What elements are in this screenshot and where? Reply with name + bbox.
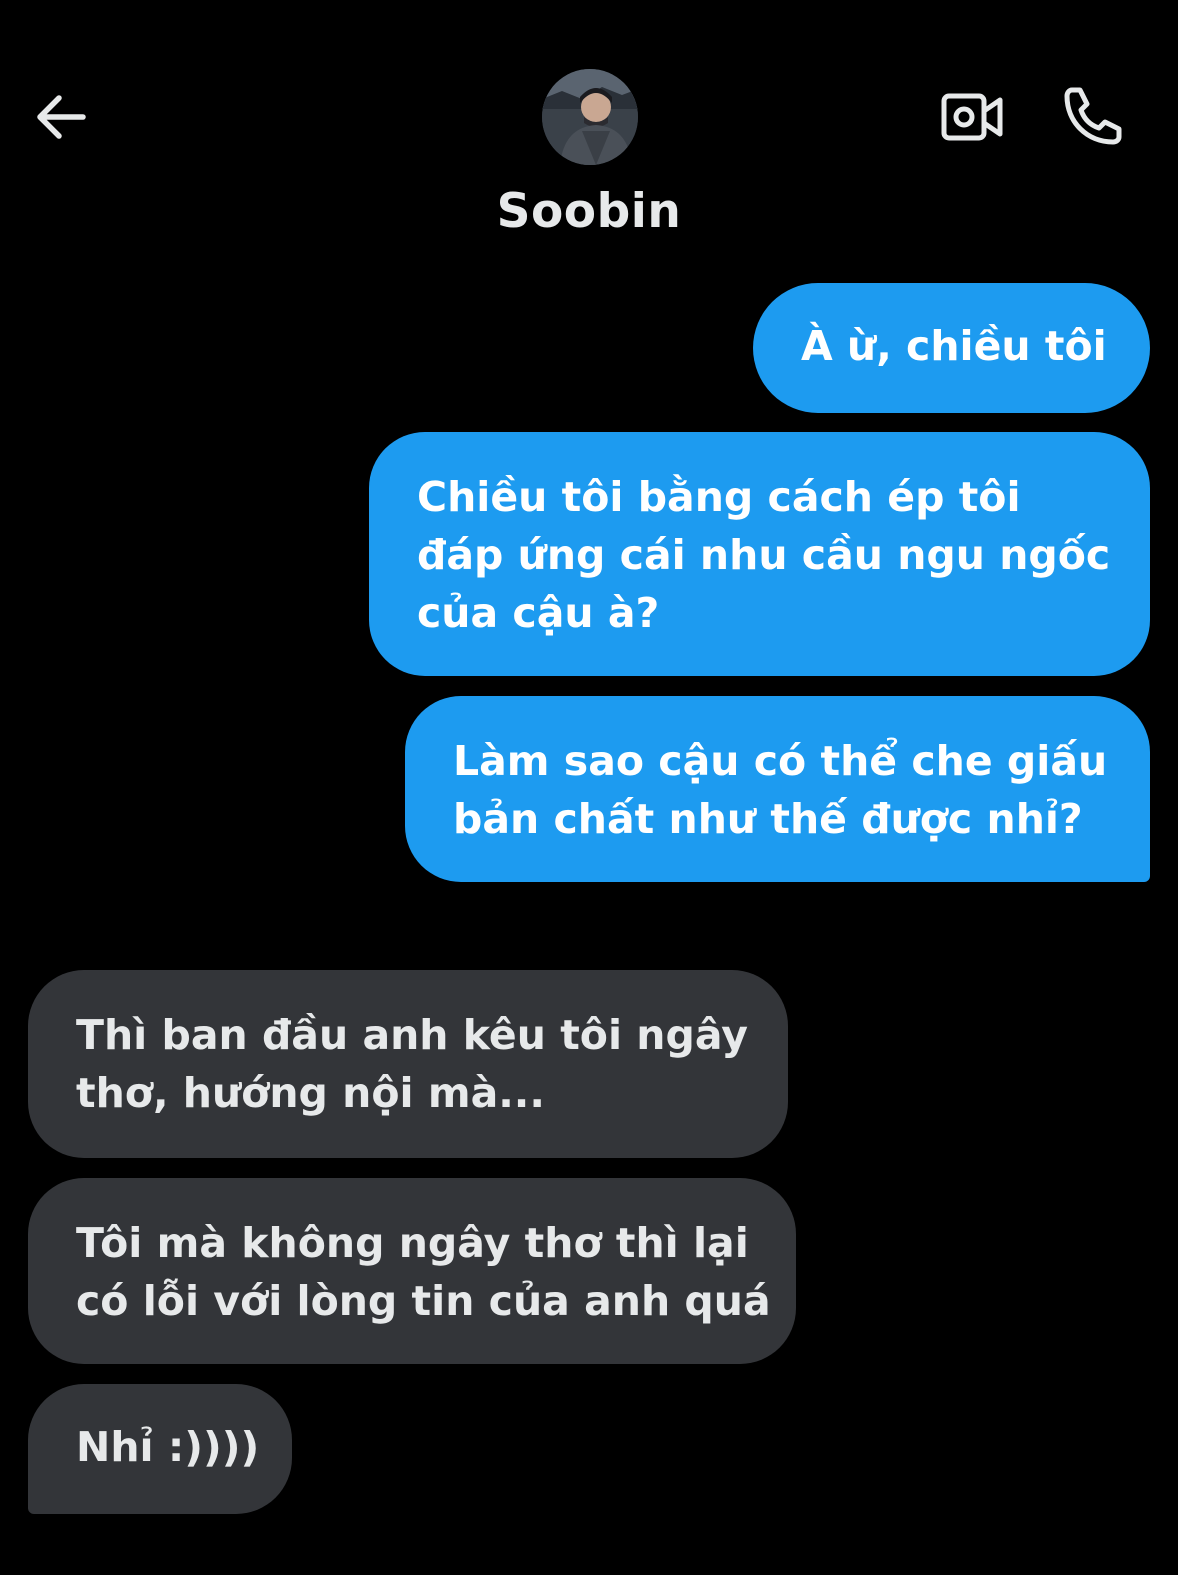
video-call-button[interactable]	[938, 86, 1006, 148]
message-bubble-incoming[interactable]: Nhỉ :))))	[28, 1384, 292, 1514]
arrow-left-icon	[37, 95, 86, 139]
back-button[interactable]	[28, 84, 94, 150]
message-bubble-incoming[interactable]: Thì ban đầu anh kêu tôi ngây thơ, hướng …	[28, 970, 788, 1158]
contact-avatar-photo	[542, 69, 638, 165]
message-bubble-outgoing[interactable]: Chiều tôi bằng cách ép tôi đáp ứng cái n…	[369, 432, 1150, 676]
message-bubble-incoming[interactable]: Tôi mà không ngây thơ thì lại có lỗi với…	[28, 1178, 796, 1364]
avatar[interactable]	[542, 69, 638, 165]
video-camera-icon	[941, 93, 1003, 141]
message-bubble-outgoing[interactable]: À ừ, chiều tôi	[753, 283, 1150, 413]
voice-call-button[interactable]	[1058, 82, 1124, 150]
message-bubble-outgoing[interactable]: Làm sao cậu có thể che giấu bản chất như…	[405, 696, 1150, 882]
phone-icon	[1064, 87, 1122, 145]
contact-name[interactable]: Soobin	[0, 184, 1178, 239]
